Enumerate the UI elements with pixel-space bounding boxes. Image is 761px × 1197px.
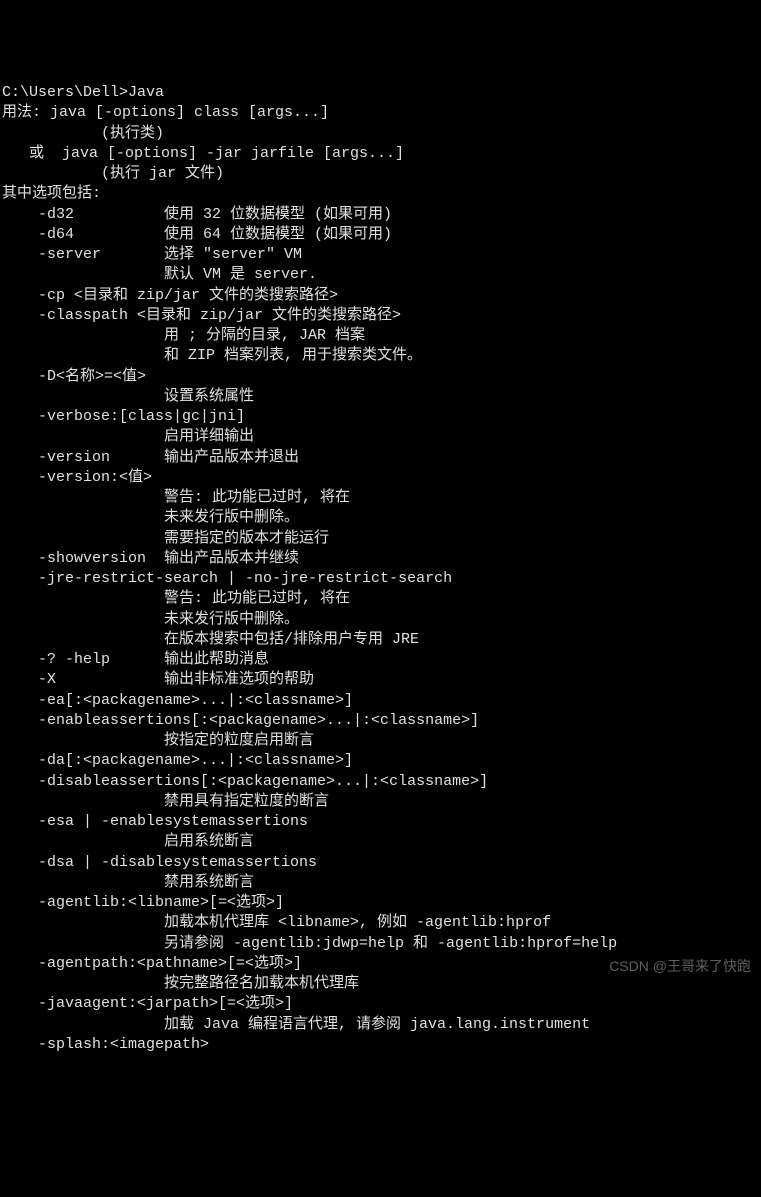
terminal-line: -classpath <目录和 zip/jar 文件的类搜索路径> xyxy=(2,306,761,326)
terminal-line: -version 输出产品版本并退出 xyxy=(2,448,761,468)
terminal-line: 或 java [-options] -jar jarfile [args...] xyxy=(2,144,761,164)
terminal-line: 加载 Java 编程语言代理, 请参阅 java.lang.instrument xyxy=(2,1015,761,1035)
terminal-line: -splash:<imagepath> xyxy=(2,1035,761,1055)
terminal-line: 按完整路径名加载本机代理库 xyxy=(2,974,761,994)
terminal-line: -verbose:[class|gc|jni] xyxy=(2,407,761,427)
terminal-line: -showversion 输出产品版本并继续 xyxy=(2,549,761,569)
terminal-line: 警告: 此功能已过时, 将在 xyxy=(2,589,761,609)
terminal-line: -enableassertions[:<packagename>...|:<cl… xyxy=(2,711,761,731)
terminal-output: C:\Users\Dell>Java用法: java [-options] cl… xyxy=(0,81,761,1055)
terminal-line: (执行 jar 文件) xyxy=(2,164,761,184)
terminal-line: -server 选择 "server" VM xyxy=(2,245,761,265)
terminal-line: 默认 VM 是 server. xyxy=(2,265,761,285)
terminal-line: -disableassertions[:<packagename>...|:<c… xyxy=(2,772,761,792)
terminal-line: 未来发行版中删除。 xyxy=(2,508,761,528)
terminal-line: (执行类) xyxy=(2,124,761,144)
terminal-line: 启用系统断言 xyxy=(2,832,761,852)
terminal-line: -d32 使用 32 位数据模型 (如果可用) xyxy=(2,205,761,225)
terminal-line: 和 ZIP 档案列表, 用于搜索类文件。 xyxy=(2,346,761,366)
terminal-line: -d64 使用 64 位数据模型 (如果可用) xyxy=(2,225,761,245)
terminal-line: 按指定的粒度启用断言 xyxy=(2,731,761,751)
terminal-line: -da[:<packagename>...|:<classname>] xyxy=(2,751,761,771)
terminal-line: -esa | -enablesystemassertions xyxy=(2,812,761,832)
terminal-line: 未来发行版中删除。 xyxy=(2,610,761,630)
terminal-line: -javaagent:<jarpath>[=<选项>] xyxy=(2,994,761,1014)
terminal-line: -version:<值> xyxy=(2,468,761,488)
terminal-line: -D<名称>=<值> xyxy=(2,367,761,387)
terminal-line: 禁用系统断言 xyxy=(2,873,761,893)
terminal-line: -cp <目录和 zip/jar 文件的类搜索路径> xyxy=(2,286,761,306)
watermark-text: CSDN @王哥来了快跑 xyxy=(609,957,751,976)
terminal-line: -? -help 输出此帮助消息 xyxy=(2,650,761,670)
terminal-line: 另请参阅 -agentlib:jdwp=help 和 -agentlib:hpr… xyxy=(2,934,761,954)
terminal-line: C:\Users\Dell>Java xyxy=(2,83,761,103)
terminal-line: 需要指定的版本才能运行 xyxy=(2,529,761,549)
terminal-line: -agentlib:<libname>[=<选项>] xyxy=(2,893,761,913)
terminal-line: 用法: java [-options] class [args...] xyxy=(2,103,761,123)
terminal-line: 用 ; 分隔的目录, JAR 档案 xyxy=(2,326,761,346)
terminal-line: -X 输出非标准选项的帮助 xyxy=(2,670,761,690)
terminal-line: 启用详细输出 xyxy=(2,427,761,447)
terminal-line: -ea[:<packagename>...|:<classname>] xyxy=(2,691,761,711)
terminal-line: -jre-restrict-search | -no-jre-restrict-… xyxy=(2,569,761,589)
terminal-line: 其中选项包括: xyxy=(2,184,761,204)
terminal-line: -dsa | -disablesystemassertions xyxy=(2,853,761,873)
terminal-line: 禁用具有指定粒度的断言 xyxy=(2,792,761,812)
terminal-line: 设置系统属性 xyxy=(2,387,761,407)
terminal-line: 在版本搜索中包括/排除用户专用 JRE xyxy=(2,630,761,650)
terminal-line: 警告: 此功能已过时, 将在 xyxy=(2,488,761,508)
terminal-line: 加载本机代理库 <libname>, 例如 -agentlib:hprof xyxy=(2,913,761,933)
